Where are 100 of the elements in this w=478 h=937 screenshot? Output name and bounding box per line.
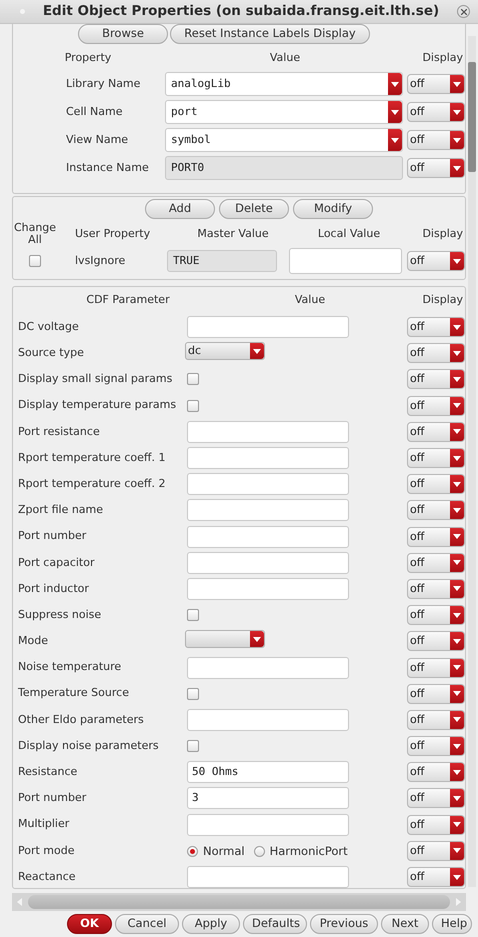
display-dropdown[interactable]: off	[407, 578, 465, 599]
push-button[interactable]: Next	[381, 914, 429, 934]
property-label: Library Name	[65, 76, 142, 92]
parameter-label: Noise temperature	[17, 659, 122, 676]
vertical-scrollbar[interactable]	[468, 36, 476, 887]
text-field[interactable]	[187, 578, 349, 600]
parameter-label: Resistance	[17, 764, 78, 780]
display-dropdown[interactable]: off	[407, 867, 465, 888]
text-field[interactable]	[187, 473, 349, 496]
display-dropdown[interactable]: off	[407, 736, 465, 756]
window-menu-icon[interactable]	[20, 9, 25, 14]
parameter-label: Display temperature params	[17, 397, 178, 414]
checkbox[interactable]	[29, 255, 41, 267]
parameter-label: Port inductor	[17, 580, 90, 597]
push-button[interactable]: Previous	[310, 914, 378, 934]
display-dropdown[interactable]: off	[407, 526, 465, 547]
display-dropdown[interactable]: off	[407, 474, 465, 494]
display-dropdown[interactable]: off	[407, 102, 465, 122]
radio-button[interactable]	[254, 846, 265, 858]
combo-box[interactable]: analogLib	[165, 72, 403, 96]
display-dropdown[interactable]: off	[407, 788, 465, 808]
display-dropdown[interactable]: off	[407, 74, 465, 94]
radio-label: Normal	[203, 843, 245, 860]
combo-box[interactable]: symbol	[165, 128, 403, 152]
display-dropdown[interactable]: off	[407, 840, 465, 861]
window-title: Edit Object Properties (on subaida.fransg.eit.lth.se)	[42, 2, 440, 22]
display-dropdown[interactable]: off	[407, 317, 465, 338]
checkbox[interactable]	[187, 688, 199, 700]
display-dropdown[interactable]: off	[407, 762, 465, 782]
parameter-label: Reactance	[17, 868, 77, 885]
text-field[interactable]	[187, 447, 349, 470]
text-field[interactable]	[187, 866, 349, 888]
parameter-label: Port number	[17, 790, 88, 806]
scrollbar-thumb[interactable]	[468, 62, 476, 172]
display-dropdown[interactable]: off	[407, 658, 465, 678]
push-button[interactable]: Reset Instance Labels Display	[170, 24, 370, 44]
push-button[interactable]: Delete	[219, 199, 289, 219]
radio-button[interactable]	[187, 846, 198, 858]
horizontal-scrollbar[interactable]	[12, 893, 466, 911]
text-field[interactable]	[187, 526, 349, 548]
parameter-label: DC voltage	[17, 318, 80, 335]
display-dropdown[interactable]: off	[407, 251, 465, 271]
property-label: Instance Name	[65, 160, 150, 176]
combo-box[interactable]: dc	[185, 342, 265, 360]
text-field[interactable]	[187, 814, 349, 836]
parameter-label: Port resistance	[17, 424, 101, 440]
display-dropdown[interactable]: off	[407, 684, 465, 704]
parameter-label: Port number	[17, 528, 88, 544]
combo-box[interactable]	[185, 630, 265, 648]
combo-box[interactable]: port	[165, 100, 403, 124]
display-dropdown[interactable]: off	[407, 158, 465, 178]
push-button[interactable]: Browse	[78, 24, 168, 44]
display-dropdown[interactable]: off	[407, 130, 465, 150]
push-button[interactable]: Modify	[293, 199, 373, 219]
display-dropdown[interactable]: off	[407, 552, 465, 573]
column-header: Value	[268, 50, 302, 66]
display-dropdown[interactable]: off	[407, 814, 465, 835]
push-button[interactable]: Help	[432, 914, 472, 934]
display-dropdown[interactable]: off	[407, 631, 465, 652]
text-field[interactable]	[187, 656, 349, 679]
checkbox[interactable]	[187, 740, 199, 752]
display-dropdown[interactable]: off	[407, 369, 465, 390]
display-dropdown[interactable]: off	[407, 448, 465, 468]
property-label: lvsIgnore	[74, 252, 126, 269]
push-button[interactable]: Add	[145, 199, 215, 219]
text-field[interactable]	[187, 499, 349, 522]
scrollbar-thumb[interactable]	[28, 895, 450, 909]
column-header: Property	[64, 50, 112, 66]
parameter-label: Temperature Source	[17, 685, 130, 702]
push-button[interactable]: Apply	[182, 914, 240, 934]
display-dropdown[interactable]: off	[407, 422, 465, 442]
text-field[interactable]	[187, 316, 349, 338]
column-header: Display	[421, 226, 464, 242]
text-field[interactable]	[187, 420, 349, 443]
checkbox[interactable]	[187, 609, 199, 622]
text-field[interactable]: 50 Ohms	[187, 761, 349, 784]
parameter-label: Source type	[17, 345, 85, 362]
checkbox[interactable]	[187, 373, 199, 386]
parameter-label: Suppress noise	[17, 606, 102, 623]
display-dropdown[interactable]: off	[407, 500, 465, 520]
column-header: Change All	[13, 222, 57, 246]
display-dropdown[interactable]: off	[407, 396, 465, 416]
text-field[interactable]	[187, 552, 349, 574]
display-dropdown[interactable]: off	[407, 605, 465, 626]
parameter-label: Mode	[17, 633, 49, 650]
column-header: User Property	[74, 226, 152, 242]
property-label: Cell Name	[65, 104, 124, 120]
push-button[interactable]: Cancel	[115, 914, 179, 934]
close-icon[interactable]	[457, 5, 470, 18]
text-field[interactable]: 3	[187, 787, 349, 810]
text-field[interactable]	[187, 708, 349, 731]
readonly-field: PORT0	[165, 156, 403, 180]
parameter-label: Port capacitor	[17, 554, 96, 571]
ok-button[interactable]: OK	[67, 914, 112, 934]
text-field[interactable]	[289, 248, 402, 274]
display-dropdown[interactable]: off	[407, 343, 465, 364]
display-dropdown[interactable]: off	[407, 710, 465, 730]
push-button[interactable]: Defaults	[243, 914, 307, 934]
checkbox[interactable]	[187, 400, 199, 412]
parameter-label: Multiplier	[17, 816, 70, 832]
